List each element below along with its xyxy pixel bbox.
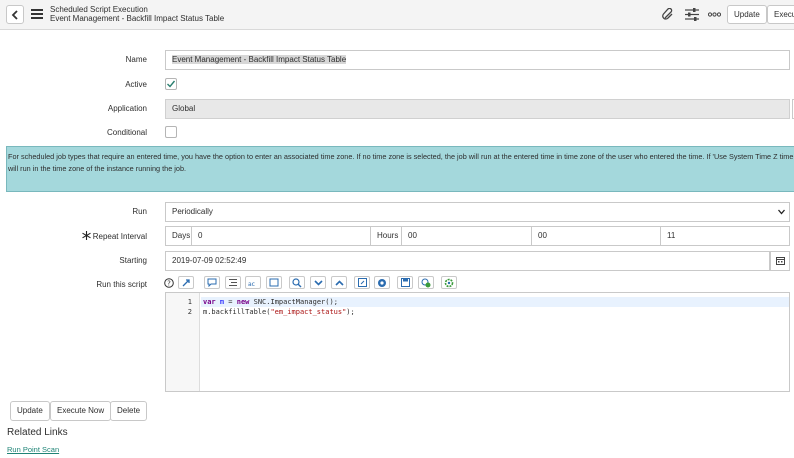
format-button[interactable] <box>225 276 241 289</box>
update-button[interactable]: Update <box>10 401 50 421</box>
code-line[interactable]: var m = new SNC.ImpactManager(); <box>201 297 789 307</box>
svg-text:?: ? <box>167 280 171 288</box>
back-icon <box>11 9 18 20</box>
attachment-icon[interactable] <box>662 8 675 21</box>
replace-icon: ac <box>248 281 255 287</box>
application-label: Application <box>107 104 147 113</box>
replace-button[interactable]: ac <box>245 276 261 289</box>
hours-input[interactable]: 00 <box>401 226 532 246</box>
mandatory-icon <box>81 231 91 240</box>
active-checkbox[interactable] <box>165 78 177 90</box>
comment-icon <box>207 278 217 287</box>
save-icon <box>400 278 410 287</box>
checkmark-icon <box>167 80 176 88</box>
related-links-heading: Related Links <box>7 427 68 438</box>
debug-icon <box>182 278 190 286</box>
info-icon <box>378 278 386 287</box>
svg-text:ac: ac <box>248 281 255 287</box>
replace-all-icon <box>269 278 279 287</box>
application-field: Global <box>165 99 790 119</box>
comment-button[interactable] <box>204 276 220 289</box>
timezone-info-message: For scheduled job types that require an … <box>6 146 794 192</box>
back-button[interactable] <box>6 5 24 24</box>
code-area[interactable]: var m = new SNC.ImpactManager(); m.backf… <box>201 297 789 317</box>
expand-icon <box>357 278 367 287</box>
run-select[interactable]: Periodically <box>165 202 790 222</box>
header-update-button[interactable]: Update <box>727 5 767 24</box>
validate-button[interactable] <box>418 276 434 289</box>
replace-all-button[interactable] <box>266 276 282 289</box>
delete-button[interactable]: Delete <box>110 401 148 421</box>
run-label: Run <box>132 207 147 216</box>
name-label: Name <box>125 55 147 64</box>
days-addon: Days <box>165 226 192 246</box>
line-number: 2 <box>187 308 192 316</box>
settings-button[interactable] <box>441 276 457 289</box>
find-next-button[interactable] <box>310 276 326 289</box>
line-numbers: 1 2 <box>166 293 200 391</box>
search-icon <box>292 277 302 287</box>
calendar-button[interactable] <box>770 251 790 271</box>
form-header: Scheduled Script Execution Event Managem… <box>0 0 794 30</box>
header-subtitle: Scheduled Script Execution <box>50 5 148 14</box>
days-input[interactable]: 0 <box>191 226 371 246</box>
line-number: 1 <box>187 298 192 306</box>
hours-addon: Hours <box>370 226 402 246</box>
run-select-value: Periodically <box>172 207 213 216</box>
starting-input[interactable]: 2019-07-09 02:52:49 <box>165 251 770 271</box>
code-line[interactable]: m.backfillTable("em_impact_status"); <box>201 307 789 317</box>
script-label: Run this script <box>96 280 147 289</box>
chevron-down-icon <box>313 279 323 286</box>
repeat-interval-label: Repeat Interval <box>92 232 147 241</box>
help-icon[interactable]: ? <box>164 278 174 288</box>
header-title: Event Management - Backfill Impact Statu… <box>50 14 225 23</box>
settings-sliders-icon[interactable] <box>685 8 699 21</box>
header-title-block: Scheduled Script Execution Event Managem… <box>50 5 224 23</box>
run-point-scan-link[interactable]: Run Point Scan <box>7 445 59 454</box>
header-execute-button[interactable]: Execu <box>767 5 794 24</box>
check-script-icon <box>421 278 431 287</box>
format-icon <box>229 279 237 286</box>
more-icon[interactable] <box>708 12 721 17</box>
name-value: Event Management - Backfill Impact Statu… <box>172 55 347 64</box>
gear-icon <box>444 278 454 287</box>
search-button[interactable] <box>289 276 305 289</box>
expand-button[interactable] <box>354 276 370 289</box>
repeat-interval-label-row: Repeat Interval <box>40 231 147 241</box>
seconds-input[interactable]: 11 <box>660 226 790 246</box>
conditional-label: Conditional <box>106 128 147 137</box>
save-button[interactable] <box>397 276 413 289</box>
name-input[interactable]: Event Management - Backfill Impact Statu… <box>165 50 790 70</box>
chevron-down-icon <box>778 209 785 215</box>
calendar-icon <box>775 257 785 265</box>
starting-label: Starting <box>119 256 147 265</box>
script-debug-button[interactable] <box>178 276 194 289</box>
script-editor[interactable]: 1 2 var m = new SNC.ImpactManager(); m.b… <box>165 292 790 392</box>
script-help-button[interactable] <box>374 276 390 289</box>
minutes-input[interactable]: 00 <box>531 226 661 246</box>
chevron-up-icon <box>334 279 344 286</box>
menu-icon[interactable] <box>31 8 43 20</box>
active-label: Active <box>125 80 147 89</box>
execute-now-button[interactable]: Execute Now <box>50 401 112 421</box>
conditional-checkbox[interactable] <box>165 126 177 138</box>
find-previous-button[interactable] <box>331 276 347 289</box>
